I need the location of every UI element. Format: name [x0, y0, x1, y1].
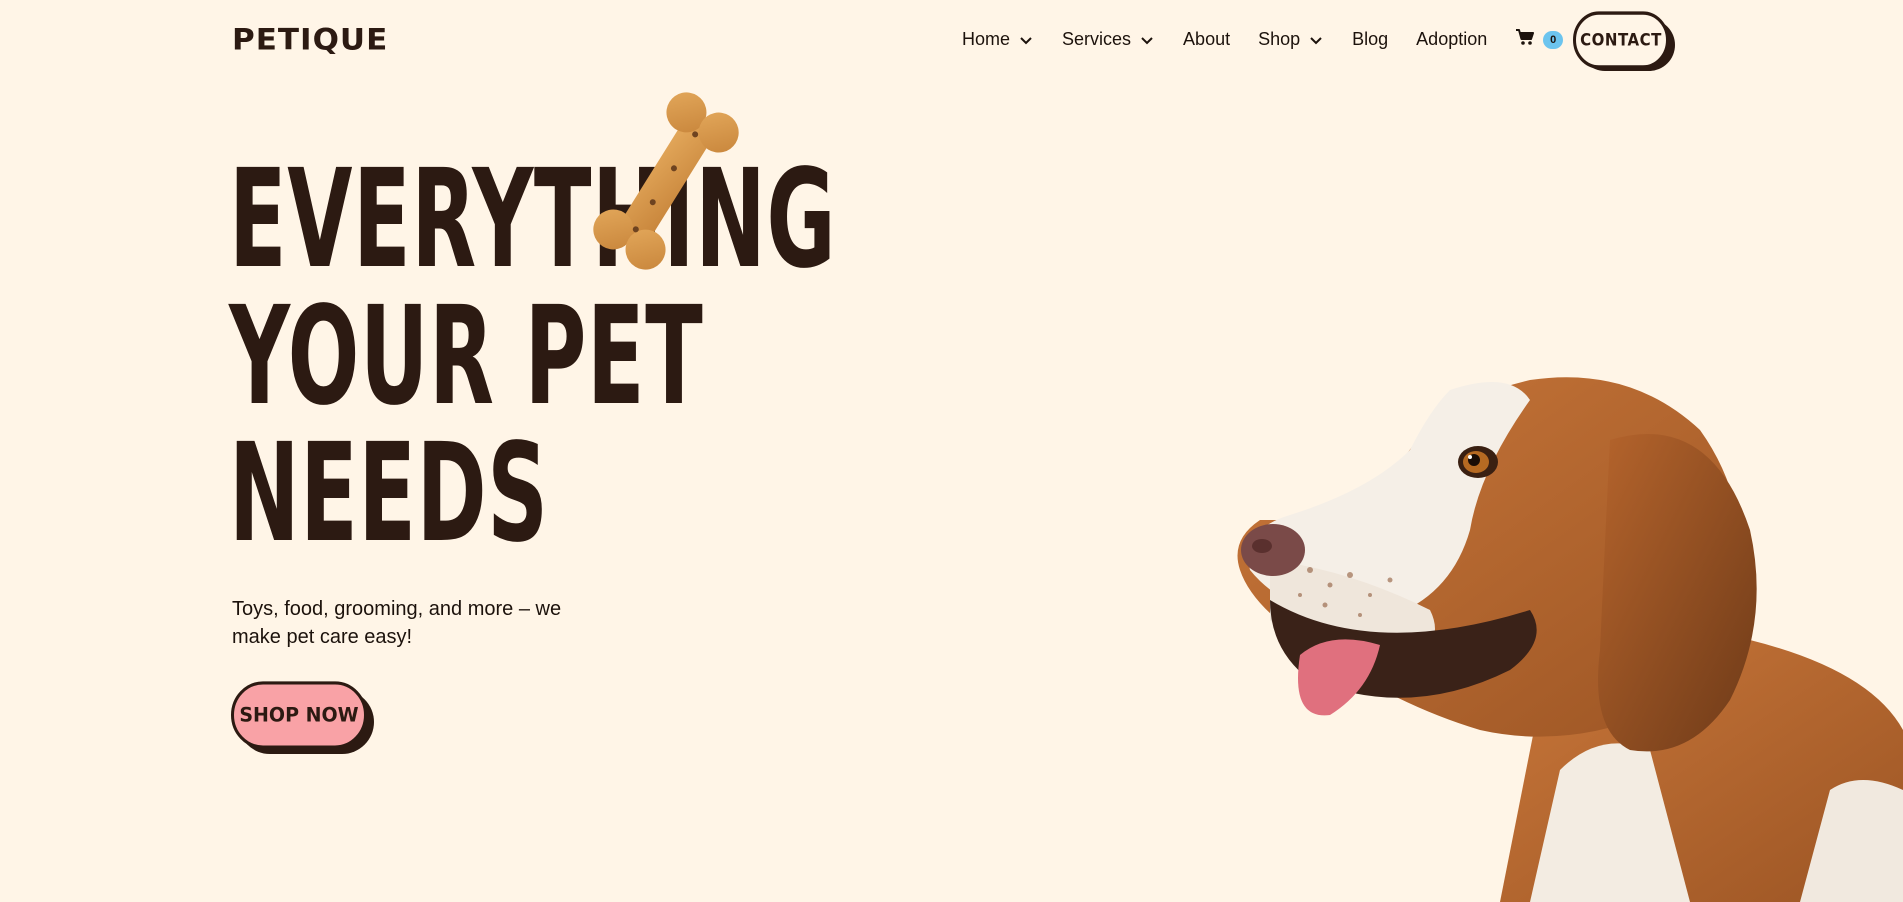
- nav-item-blog[interactable]: Blog: [1352, 29, 1388, 50]
- nav-item-label: Services: [1062, 29, 1132, 49]
- brand-logo[interactable]: PETIQUE: [232, 23, 388, 57]
- chevron-down-icon: [1018, 32, 1034, 48]
- nav-item-about[interactable]: About: [1183, 29, 1230, 50]
- nav-item-label: Adoption: [1416, 29, 1488, 49]
- nav-item-label: About: [1183, 29, 1231, 49]
- dog-bone-image: [585, 86, 747, 276]
- nav-item-label: Home: [962, 29, 1011, 49]
- main-nav: Home Services About Shop Blog Adoption 0: [962, 28, 1564, 51]
- nav-item-label: Blog: [1352, 29, 1389, 49]
- chevron-down-icon: [1139, 32, 1155, 48]
- cart-icon: [1515, 28, 1535, 51]
- contact-button[interactable]: CONTACT: [1573, 11, 1669, 69]
- nav-item-shop[interactable]: Shop: [1258, 29, 1324, 50]
- cart-button[interactable]: 0: [1515, 28, 1564, 51]
- cart-count-badge: 0: [1543, 30, 1564, 49]
- chevron-down-icon: [1308, 32, 1324, 48]
- headline-line-2: YOUR PET: [229, 278, 704, 436]
- nav-item-services[interactable]: Services: [1062, 29, 1155, 50]
- headline-line-3: NEEDS: [229, 415, 549, 573]
- hero-subtitle: Toys, food, grooming, and more – we make…: [232, 598, 562, 648]
- nav-item-adoption[interactable]: Adoption: [1416, 29, 1487, 50]
- dog-image: [1230, 370, 1903, 902]
- nav-item-home[interactable]: Home: [962, 29, 1034, 50]
- landing-page: PETIQUE Home Services About Shop Blog Ad…: [0, 0, 1903, 902]
- shop-now-button[interactable]: SHOP NOW: [231, 681, 367, 749]
- nav-item-label: Shop: [1258, 29, 1301, 49]
